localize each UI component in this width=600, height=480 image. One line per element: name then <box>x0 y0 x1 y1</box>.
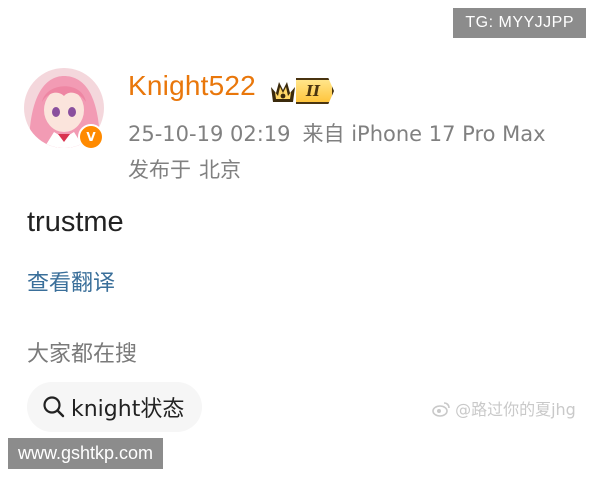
weibo-post-card: TG: MYYJJPP V Knight522 II 25-10-19 02:1… <box>0 0 600 440</box>
search-icon <box>43 396 65 418</box>
location-prefix: 发布于 <box>128 158 191 182</box>
trending-search-heading: 大家都在搜 <box>27 342 138 367</box>
vip-level-badge[interactable]: II <box>268 76 335 106</box>
trending-search-chip[interactable]: knight状态 <box>27 382 203 432</box>
screenshot: TG: MYYJJPP V Knight522 II 25-10-19 02:1… <box>0 0 600 480</box>
crown-icon <box>271 82 295 102</box>
tg-overlay-label: TG: MYYJJPP <box>453 8 586 38</box>
vip-level-label: II <box>296 78 335 104</box>
weibo-watermark: @路过你的夏jhg <box>432 396 576 420</box>
post-timestamp: 25-10-19 02:19 <box>128 122 291 146</box>
post-meta: 25-10-19 02:19 来自 iPhone 17 Pro Max <box>128 118 546 148</box>
search-chip-label: knight状态 <box>71 397 185 422</box>
weibo-logo-icon <box>432 402 450 417</box>
post-body-text: trustme <box>27 206 124 238</box>
view-translation-link[interactable]: 查看翻译 <box>27 265 115 297</box>
post-source: 来自 iPhone 17 Pro Max <box>302 122 546 146</box>
author-name[interactable]: Knight522 <box>128 70 256 102</box>
location-city: 北京 <box>199 158 241 182</box>
post-location: 发布于 北京 <box>128 154 241 184</box>
verified-v-icon: V <box>78 124 104 150</box>
site-overlay-label: www.gshtkp.com <box>8 438 164 469</box>
watermark-text: @路过你的夏jhg <box>455 400 576 419</box>
